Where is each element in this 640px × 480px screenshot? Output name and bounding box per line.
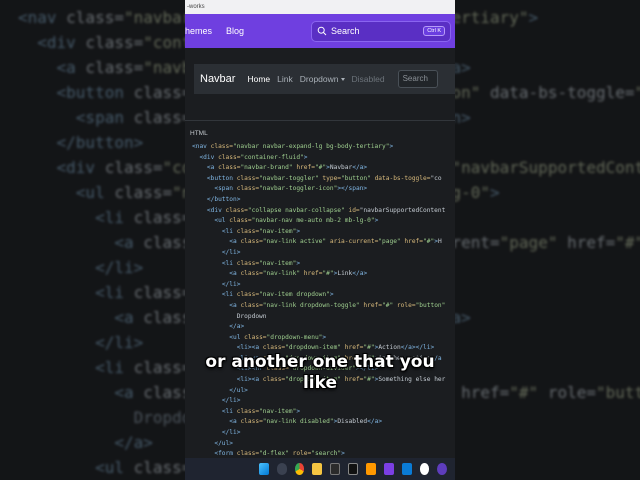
- site-top-navbar: hemes Blog Search Ctrl K: [185, 14, 455, 48]
- obs-icon[interactable]: [437, 463, 447, 475]
- navbar-example-preview: Navbar Home Link Dropdown Disabled Searc…: [185, 48, 455, 120]
- windows-icon[interactable]: [259, 463, 269, 475]
- code-line: <span class="navbar-toggler-icon"></span…: [214, 185, 368, 193]
- browser-url-bar[interactable]: -works: [185, 0, 455, 14]
- search-icon: [317, 26, 327, 36]
- chrome-icon[interactable]: [294, 463, 305, 475]
- code-line: <form class="d-flex" role="search">: [214, 450, 345, 458]
- code-line: <div class="collapse navbar-collapse" id…: [206, 206, 446, 214]
- windows-taskbar: [185, 458, 455, 480]
- terminal-icon[interactable]: [348, 463, 359, 475]
- code-line: <a class="nav-link active" aria-current=…: [229, 238, 442, 246]
- demo-search-input[interactable]: Search: [397, 70, 438, 88]
- demo-navbar-brand[interactable]: Navbar: [200, 73, 235, 85]
- code-line: <button class="navbar-toggler" type="but…: [206, 174, 442, 182]
- sublime-icon[interactable]: [366, 463, 376, 475]
- demo-nav-dropdown-label: Dropdown: [299, 74, 339, 84]
- code-line: <nav class="navbar navbar-expand-lg bg-b…: [192, 143, 394, 150]
- code-line: <a class="navbar-brand" href="#">Navbar<…: [206, 164, 368, 172]
- code-line: <a class="nav-link" href="#">Link</a>: [229, 270, 368, 278]
- code-line: <li class="nav-item dropdown">: [221, 291, 334, 299]
- app-icon[interactable]: [384, 463, 394, 475]
- code-line: </li>: [221, 397, 241, 405]
- code-line: <a class="nav-link dropdown-toggle" href…: [229, 301, 446, 309]
- demo-nav-home[interactable]: Home: [247, 74, 270, 84]
- video-frame: -works hemes Blog Search Ctrl K Navbar H…: [185, 0, 455, 480]
- code-line: <ul class="navbar-nav me-auto mb-2 mb-lg…: [214, 217, 379, 225]
- code-line: Dropdown: [192, 312, 267, 320]
- search-label: Search: [331, 26, 360, 36]
- code-line: </li>: [221, 280, 241, 288]
- vscode-icon[interactable]: [401, 463, 412, 475]
- code-line: <a class="nav-link disabled">Disabled</a…: [229, 418, 383, 426]
- code-line: </li>: [221, 429, 241, 437]
- nav-link-blog[interactable]: Blog: [226, 26, 244, 36]
- search-shortcut-badge: Ctrl K: [423, 26, 445, 36]
- video-caption: or another one that you like: [185, 352, 455, 394]
- code-line: <div class="container-fluid">: [199, 153, 308, 161]
- code-line: </button>: [206, 195, 241, 203]
- code-line: <li class="nav-item">: [221, 407, 301, 415]
- demo-nav-dropdown[interactable]: Dropdown: [300, 74, 345, 84]
- site-search-button[interactable]: Search Ctrl K: [311, 20, 451, 42]
- demo-navbar: Navbar Home Link Dropdown Disabled Searc…: [194, 64, 455, 94]
- search-icon[interactable]: [276, 463, 287, 475]
- chevron-down-icon: [340, 78, 345, 82]
- code-line: <ul class="dropdown-menu">: [229, 333, 327, 341]
- code-line: </a>: [229, 323, 245, 331]
- code-line: <li class="nav-item">: [221, 227, 301, 235]
- code-line: </ul>: [214, 439, 233, 447]
- caption-line-2: like: [302, 373, 338, 393]
- folder-icon[interactable]: [312, 463, 322, 475]
- code-line: </li>: [221, 248, 241, 256]
- caption-line-1: or another one that you: [205, 352, 435, 372]
- demo-nav-disabled: Disabled: [351, 74, 385, 84]
- code-line: <li class="nav-item">: [221, 259, 301, 267]
- store-icon[interactable]: [330, 463, 341, 475]
- code-block: <nav class="navbar navbar-expand-lg bg-b…: [185, 142, 455, 458]
- github-icon[interactable]: [419, 463, 430, 475]
- nav-link-themes[interactable]: hemes: [185, 26, 212, 36]
- demo-nav-link[interactable]: Link: [277, 74, 293, 84]
